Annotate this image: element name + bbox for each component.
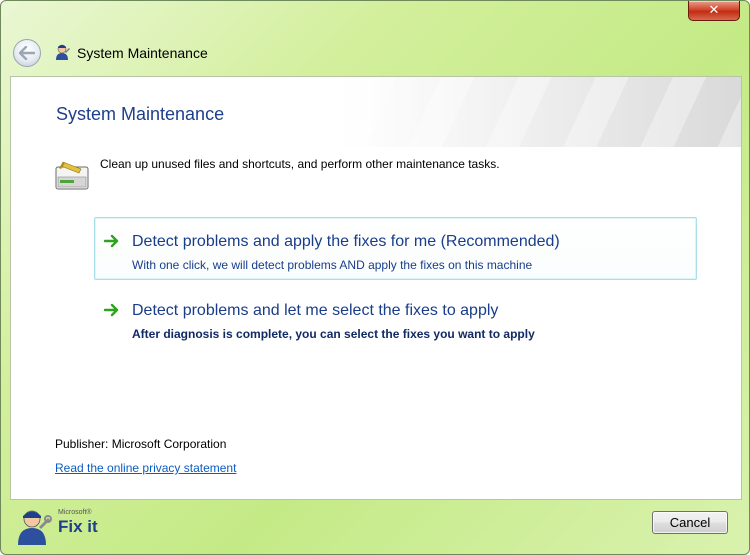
option-title: Detect problems and let me select the fi… <box>132 302 499 319</box>
content-panel: System Maintenance Clean up unused files… <box>10 76 742 500</box>
option-subtitle: With one click, we will detect problems … <box>132 258 533 272</box>
page-title: System Maintenance <box>56 104 225 124</box>
publisher-label: Publisher: Microsoft Corporation <box>55 437 227 451</box>
close-icon: ✕ <box>708 3 720 18</box>
cancel-button[interactable]: Cancel <box>652 511 728 534</box>
disk-cleanup-icon <box>55 161 89 190</box>
back-arrow-icon <box>19 46 35 60</box>
green-arrow-icon <box>104 234 119 248</box>
option-subtitle: After diagnosis is complete, you can sel… <box>132 327 535 341</box>
fixit-technician-icon <box>56 44 70 60</box>
privacy-link[interactable]: Read the online privacy statement <box>55 461 236 475</box>
window-title: System Maintenance <box>77 45 208 61</box>
logo-brand-large: Fix it <box>58 517 98 536</box>
page-description: Clean up unused files and shortcuts, and… <box>100 157 500 171</box>
back-button[interactable] <box>13 39 41 67</box>
content-header: System Maintenance <box>11 77 741 147</box>
fixit-logo: Microsoft® Fix it <box>12 506 102 546</box>
fixit-window: ✕ System Maintenance System Maintenance … <box>0 0 750 555</box>
option-title: Detect problems and apply the fixes for … <box>132 233 560 250</box>
close-button[interactable]: ✕ <box>688 1 740 21</box>
green-arrow-icon <box>104 303 119 317</box>
option-apply-fixes[interactable]: Detect problems and apply the fixes for … <box>94 217 697 280</box>
logo-brand-small: Microsoft® <box>58 509 92 516</box>
fixit-mascot-icon <box>18 510 52 545</box>
option-select-fixes[interactable]: Detect problems and let me select the fi… <box>94 286 697 349</box>
